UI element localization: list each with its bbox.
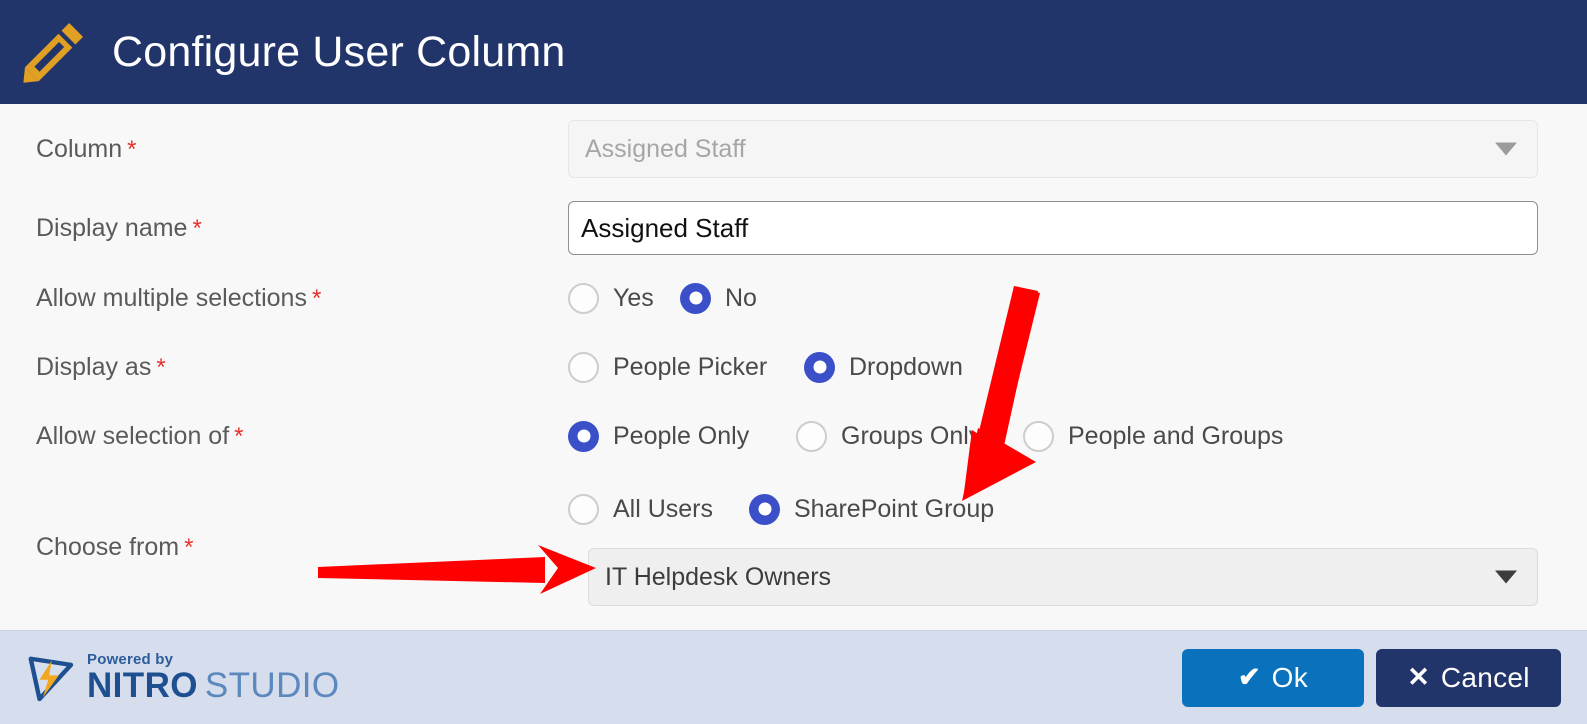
sharepoint-group-select-value: IT Helpdesk Owners (605, 562, 832, 591)
display-name-value: Assigned Staff (581, 212, 749, 243)
cancel-button[interactable]: ✕ Cancel (1376, 648, 1561, 707)
display-as-radio-group: People Picker Dropdown (568, 351, 1587, 383)
pencil-icon (23, 22, 84, 83)
radio-label-people-picker: People Picker (613, 352, 768, 381)
radio-indicator-no[interactable] (680, 282, 711, 314)
radio-label-yes: Yes (613, 283, 654, 312)
radio-option-yes[interactable]: Yes (568, 282, 680, 314)
radio-indicator-people-and-groups[interactable] (1023, 420, 1054, 452)
required-asterisk: * (156, 353, 166, 381)
ok-button[interactable]: ✔ Ok (1182, 648, 1364, 707)
radio-option-people-picker[interactable]: People Picker (568, 351, 804, 383)
form-row-allow-selection-of: Allow selection of * People Only Groups O… (0, 415, 1587, 457)
display-name-input[interactable]: Assigned Staff (568, 201, 1538, 255)
radio-indicator-all-users[interactable] (568, 493, 599, 525)
label-choose-from: Choose from * (36, 532, 194, 561)
radio-label-dropdown: Dropdown (849, 352, 963, 381)
dialog-footer: Powered by NITRO STUDIO ✔ Ok ✕ Cancel (0, 630, 1587, 724)
cancel-button-label: Cancel (1440, 661, 1530, 693)
configure-user-column-dialog: Configure User Column Column * Assigned S… (0, 0, 1587, 724)
logo-brand-studio: STUDIO (204, 666, 340, 705)
radio-option-all-users[interactable]: All Users (568, 493, 749, 525)
form-row-choose-from: Choose from * All Users SharePoint Group … (0, 482, 1587, 612)
radio-indicator-people-only[interactable] (568, 420, 599, 452)
logo-brand-nitro: NITRO (87, 666, 198, 705)
choose-from-radio-group: All Users SharePoint Group (568, 488, 994, 530)
nitro-lightning-logo-icon (28, 656, 74, 701)
required-asterisk: * (311, 284, 322, 312)
radio-option-groups-only[interactable]: Groups Only (796, 420, 1023, 452)
close-icon: ✕ (1407, 662, 1430, 692)
radio-option-people-and-groups[interactable]: People and Groups (1023, 420, 1284, 452)
sharepoint-group-select[interactable]: IT Helpdesk Owners (588, 548, 1538, 606)
label-display-as: Display as * (36, 352, 166, 381)
label-allow-multiple-selections: Allow multiple selections * (36, 283, 322, 312)
radio-label-sharepoint-group: SharePoint Group (794, 494, 995, 523)
required-asterisk: * (192, 214, 202, 242)
chevron-down-icon (1495, 570, 1517, 584)
ok-button-label: Ok (1271, 661, 1308, 693)
dialog-header: Configure User Column (0, 0, 1587, 104)
form-row-display-name: Display name * Assigned Staff (0, 201, 1587, 255)
label-display-name: Display name * (36, 213, 202, 242)
radio-option-no[interactable]: No (680, 282, 757, 314)
radio-label-groups-only: Groups Only (841, 421, 982, 450)
page-title: Configure User Column (112, 27, 566, 76)
radio-label-all-users: All Users (613, 494, 714, 523)
chevron-down-icon (1495, 142, 1517, 156)
form-row-allow-multiple-selections: Allow multiple selections * Yes No (0, 277, 1587, 319)
radio-option-people-only[interactable]: People Only (568, 420, 796, 452)
label-column: Column * (36, 134, 137, 163)
required-asterisk: * (234, 422, 244, 450)
form-row-display-as: Display as * People Picker Dropdown (0, 346, 1587, 388)
radio-indicator-yes[interactable] (568, 282, 599, 314)
radio-option-dropdown[interactable]: Dropdown (804, 351, 963, 383)
allow-selection-of-radio-group: People Only Groups Only People and Group… (568, 420, 1587, 452)
radio-label-no: No (725, 283, 757, 312)
column-select[interactable]: Assigned Staff (568, 120, 1538, 178)
form-row-column: Column * Assigned Staff (0, 120, 1587, 178)
radio-indicator-people-picker[interactable] (568, 351, 599, 383)
radio-indicator-sharepoint-group[interactable] (749, 493, 780, 525)
radio-label-people-and-groups: People and Groups (1068, 421, 1284, 450)
allow-multiple-selections-radio-group: Yes No (568, 282, 1587, 314)
check-icon: ✔ (1237, 662, 1261, 692)
radio-indicator-groups-only[interactable] (796, 420, 827, 452)
radio-option-sharepoint-group[interactable]: SharePoint Group (749, 493, 995, 525)
required-asterisk: * (184, 533, 194, 561)
logo-powered-by-text: Powered by (87, 651, 174, 668)
label-allow-selection-of: Allow selection of * (36, 421, 244, 450)
radio-indicator-dropdown[interactable] (804, 351, 835, 383)
nitro-studio-logo: Powered by NITRO STUDIO (22, 650, 340, 706)
required-asterisk: * (127, 135, 137, 163)
dialog-body: Column * Assigned Staff Display name * Ass… (0, 104, 1587, 630)
radio-label-people-only: People Only (613, 421, 750, 450)
column-select-value: Assigned Staff (585, 134, 746, 163)
